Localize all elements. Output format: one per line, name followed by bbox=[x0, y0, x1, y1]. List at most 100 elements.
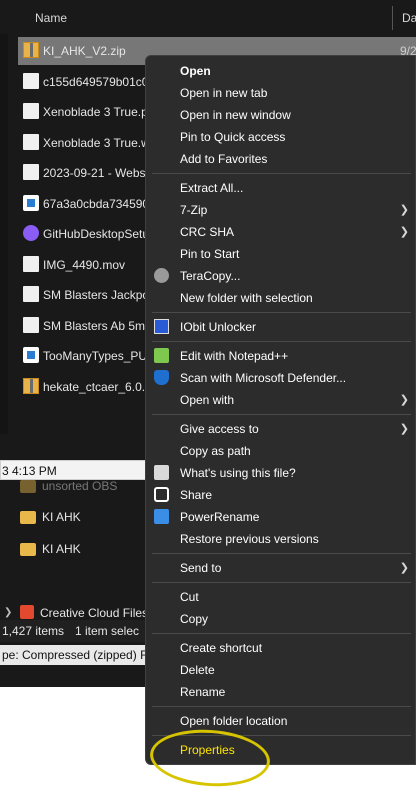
menu-item-open-in-new-window[interactable]: Open in new window bbox=[146, 104, 416, 126]
menu-item-scan-with-microsoft-defender[interactable]: Scan with Microsoft Defender... bbox=[146, 367, 416, 389]
file-name: SM Blasters Jackpo bbox=[43, 288, 150, 302]
iobit-unlocker-icon bbox=[154, 319, 169, 334]
menu-item-add-to-favorites[interactable]: Add to Favorites bbox=[146, 148, 416, 170]
menu-item-label: Extract All... bbox=[180, 181, 244, 195]
zip-folder-icon bbox=[23, 377, 39, 394]
date-column-header[interactable]: Da bbox=[402, 11, 416, 25]
menu-item-powerrename[interactable]: PowerRename bbox=[146, 506, 416, 528]
teracopy-icon bbox=[154, 268, 169, 283]
creative-cloud-files[interactable]: Creative Cloud Files bbox=[40, 606, 148, 620]
menu-item-crc-sha[interactable]: CRC SHA ❯ bbox=[146, 221, 416, 243]
menu-item-pin-to-quick-access[interactable]: Pin to Quick access bbox=[146, 126, 416, 148]
file-name: GitHubDesktopSetu bbox=[43, 227, 150, 241]
chevron-right-icon[interactable]: ❯ bbox=[4, 607, 12, 618]
menu-item-pin-to-start[interactable]: Pin to Start bbox=[146, 243, 416, 265]
menu-item-label: Copy bbox=[180, 612, 209, 626]
folder-icon bbox=[20, 480, 36, 493]
file-name: hekate_ctcaer_6.0.6 bbox=[43, 379, 152, 394]
github-icon bbox=[23, 225, 39, 241]
menu-item-open-folder-location[interactable]: Open folder location bbox=[146, 710, 416, 732]
menu-separator bbox=[152, 633, 411, 634]
menu-item-label: IObit Unlocker bbox=[180, 320, 257, 334]
menu-item-what-s-using-this-file[interactable]: What's using this file? bbox=[146, 462, 416, 484]
notepad-plus-plus-icon bbox=[154, 348, 169, 363]
menu-item-copy[interactable]: Copy bbox=[146, 608, 416, 630]
file-name: SM Blasters Ab 5m bbox=[43, 318, 146, 333]
power-rename-icon bbox=[154, 509, 169, 524]
file-name: KI_AHK_V2.zip bbox=[43, 44, 126, 58]
item-count: 1,427 items bbox=[2, 624, 65, 638]
menu-item-label: Open folder location bbox=[180, 714, 288, 728]
chevron-right-icon: ❯ bbox=[399, 562, 409, 574]
menu-item-label: Share bbox=[180, 488, 213, 502]
zip-folder-icon bbox=[23, 42, 39, 58]
file-type-text: pe: Compressed (zipped) Fo bbox=[2, 648, 155, 662]
menu-item-7-zip[interactable]: 7-Zip ❯ bbox=[146, 199, 416, 221]
chevron-right-icon: ❯ bbox=[399, 226, 409, 238]
menu-item-label: Send to bbox=[180, 561, 222, 575]
creative-cloud-icon bbox=[20, 605, 34, 619]
file-name: 67a3a0cbda734590 bbox=[43, 196, 150, 211]
menu-item-copy-as-path[interactable]: Copy as path bbox=[146, 440, 416, 462]
lock-icon bbox=[154, 465, 169, 480]
nav-pane-edge bbox=[0, 34, 8, 434]
menu-item-label: Create shortcut bbox=[180, 641, 263, 655]
menu-item-edit-with-notepad[interactable]: Edit with Notepad++ bbox=[146, 345, 416, 367]
menu-item-share[interactable]: Share bbox=[146, 484, 416, 506]
menu-item-send-to[interactable]: Send to ❯ bbox=[146, 557, 416, 579]
name-column-header[interactable]: Name bbox=[35, 11, 67, 25]
menu-item-label: PowerRename bbox=[180, 510, 260, 524]
mp4-icon bbox=[23, 72, 39, 89]
menu-item-label: Pin to Quick access bbox=[180, 130, 286, 144]
menu-item-label: Open in new tab bbox=[180, 86, 268, 100]
file-name: c155d649579b01c04 bbox=[43, 74, 156, 89]
folder-icon bbox=[20, 543, 36, 556]
menu-item-create-shortcut[interactable]: Create shortcut bbox=[146, 637, 416, 659]
context-menu: Open Open in new tab Open in new window Pin… bbox=[145, 55, 416, 765]
audio-icon bbox=[23, 103, 39, 119]
menu-item-cut[interactable]: Cut bbox=[146, 586, 416, 608]
folder-name: KI AHK bbox=[42, 542, 81, 556]
menu-item-label: 7-Zip bbox=[180, 203, 208, 217]
menu-separator bbox=[152, 582, 411, 583]
menu-item-label: Restore previous versions bbox=[180, 532, 319, 546]
menu-item-rename[interactable]: Rename bbox=[146, 681, 416, 703]
menu-item-label: TeraCopy... bbox=[180, 269, 241, 283]
modified-time: 3 4:13 PM bbox=[2, 464, 57, 478]
mp4-icon bbox=[23, 133, 39, 150]
menu-item-label: New folder with selection bbox=[180, 291, 313, 305]
mp4-icon bbox=[23, 255, 39, 272]
menu-item-label: Pin to Start bbox=[180, 247, 240, 261]
menu-item-label: Cut bbox=[180, 590, 199, 604]
chevron-right-icon: ❯ bbox=[399, 204, 409, 216]
menu-item-label: Add to Favorites bbox=[180, 152, 268, 166]
menu-item-label: Open with bbox=[180, 393, 235, 407]
file-name: Xenoblade 3 True.w bbox=[43, 135, 150, 150]
file-icon bbox=[23, 194, 39, 211]
mp4-icon bbox=[23, 316, 39, 333]
menu-separator bbox=[152, 553, 411, 554]
column-divider[interactable] bbox=[392, 6, 393, 30]
file-name: Xenoblade 3 True.p bbox=[43, 105, 148, 119]
menu-item-extract-all[interactable]: Extract All... bbox=[146, 177, 416, 199]
menu-item-open-in-new-tab[interactable]: Open in new tab bbox=[146, 82, 416, 104]
mp4-icon bbox=[23, 164, 39, 180]
menu-item-give-access-to[interactable]: Give access to ❯ bbox=[146, 418, 416, 440]
menu-separator bbox=[152, 414, 411, 415]
menu-item-new-folder-with-selection[interactable]: New folder with selection bbox=[146, 287, 416, 309]
menu-item-label: Copy as path bbox=[180, 444, 251, 458]
menu-item-iobit-unlocker[interactable]: IObit Unlocker bbox=[146, 316, 416, 338]
menu-item-open[interactable]: Open bbox=[146, 60, 416, 82]
menu-separator bbox=[152, 341, 411, 342]
menu-item-label: Open bbox=[180, 64, 211, 78]
menu-item-open-with[interactable]: Open with ❯ bbox=[146, 389, 416, 411]
menu-item-label: Open in new window bbox=[180, 108, 291, 122]
menu-item-label: Scan with Microsoft Defender... bbox=[180, 371, 347, 385]
menu-item-restore-previous-versions[interactable]: Restore previous versions bbox=[146, 528, 416, 550]
menu-item-teracopy[interactable]: TeraCopy... bbox=[146, 265, 416, 287]
menu-item-label: Delete bbox=[180, 663, 215, 677]
menu-item-label: CRC SHA bbox=[180, 225, 235, 239]
menu-separator bbox=[152, 312, 411, 313]
menu-item-delete[interactable]: Delete bbox=[146, 659, 416, 681]
file-name: 2023-09-21 - Webs bbox=[43, 166, 146, 180]
